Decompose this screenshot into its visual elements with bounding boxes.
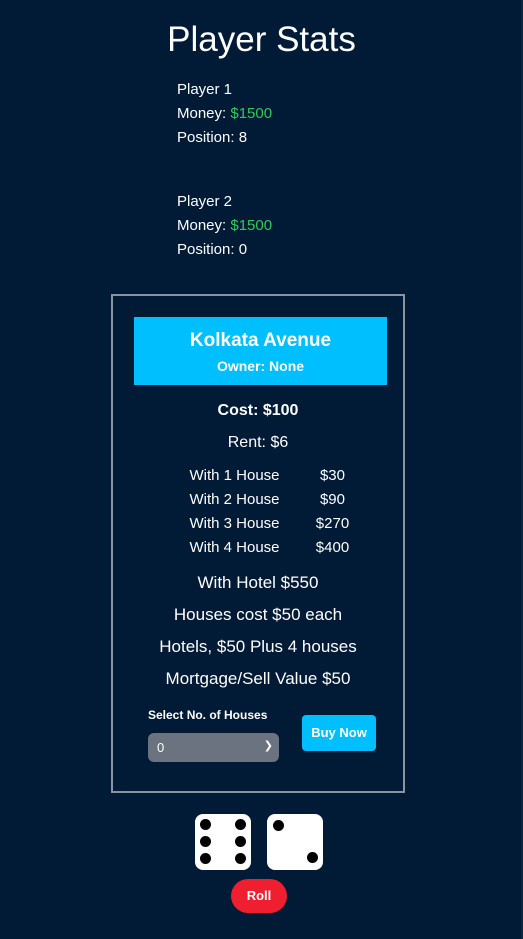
- houses-cost: Houses cost $50 each: [173, 605, 343, 624]
- houses-select[interactable]: 0 ❯: [148, 733, 279, 762]
- player-money: Money: $1500: [177, 105, 273, 122]
- dice-two-icon: [267, 814, 323, 870]
- house-rent-table: With 1 House $30 With 2 House $90 With 3 H…: [163, 463, 359, 559]
- select-houses-label: Select No. of Houses: [148, 708, 268, 722]
- select-value: 0: [157, 740, 165, 755]
- roll-button[interactable]: Roll: [231, 879, 287, 913]
- hotels-cost: Hotels, $50 Plus 4 houses: [159, 637, 357, 656]
- money-value: $1500: [230, 105, 273, 122]
- property-card: Kolkata Avenue Owner: None Cost: $100 Re…: [111, 294, 405, 793]
- table-row: With 4 House $400: [189, 538, 350, 556]
- money-value: $1500: [230, 217, 273, 234]
- table-row: With 1 House $30: [189, 466, 345, 484]
- player-name: Player 1: [177, 81, 233, 98]
- page-title: Player Stats: [167, 20, 356, 59]
- buy-now-button[interactable]: Buy Now: [302, 715, 376, 751]
- chevron-down-icon: ❯: [263, 740, 273, 752]
- mortgage-value: Mortgage/Sell Value $50: [165, 669, 351, 688]
- table-row: With 3 House $270: [189, 514, 350, 532]
- property-name: Kolkata Avenue: [189, 330, 332, 351]
- dice-six-icon: [195, 814, 251, 870]
- player-position: Position: 8: [177, 129, 248, 146]
- property-owner: Owner: None: [216, 358, 305, 374]
- player-1-stats: Player 1 Money: $1500 Position: 8: [177, 78, 272, 150]
- property-cost: Cost: $100: [217, 402, 299, 419]
- player-position: Position: 0: [177, 241, 248, 258]
- player-money: Money: $1500: [177, 217, 273, 234]
- table-row: With 2 House $90: [189, 490, 345, 508]
- property-rent: Rent: $6: [227, 434, 289, 451]
- property-header: Kolkata Avenue Owner: None: [134, 317, 387, 385]
- hotel-rent: With Hotel $550: [197, 573, 319, 592]
- player-name: Player 2: [177, 193, 233, 210]
- player-2-stats: Player 2 Money: $1500 Position: 0: [177, 190, 272, 262]
